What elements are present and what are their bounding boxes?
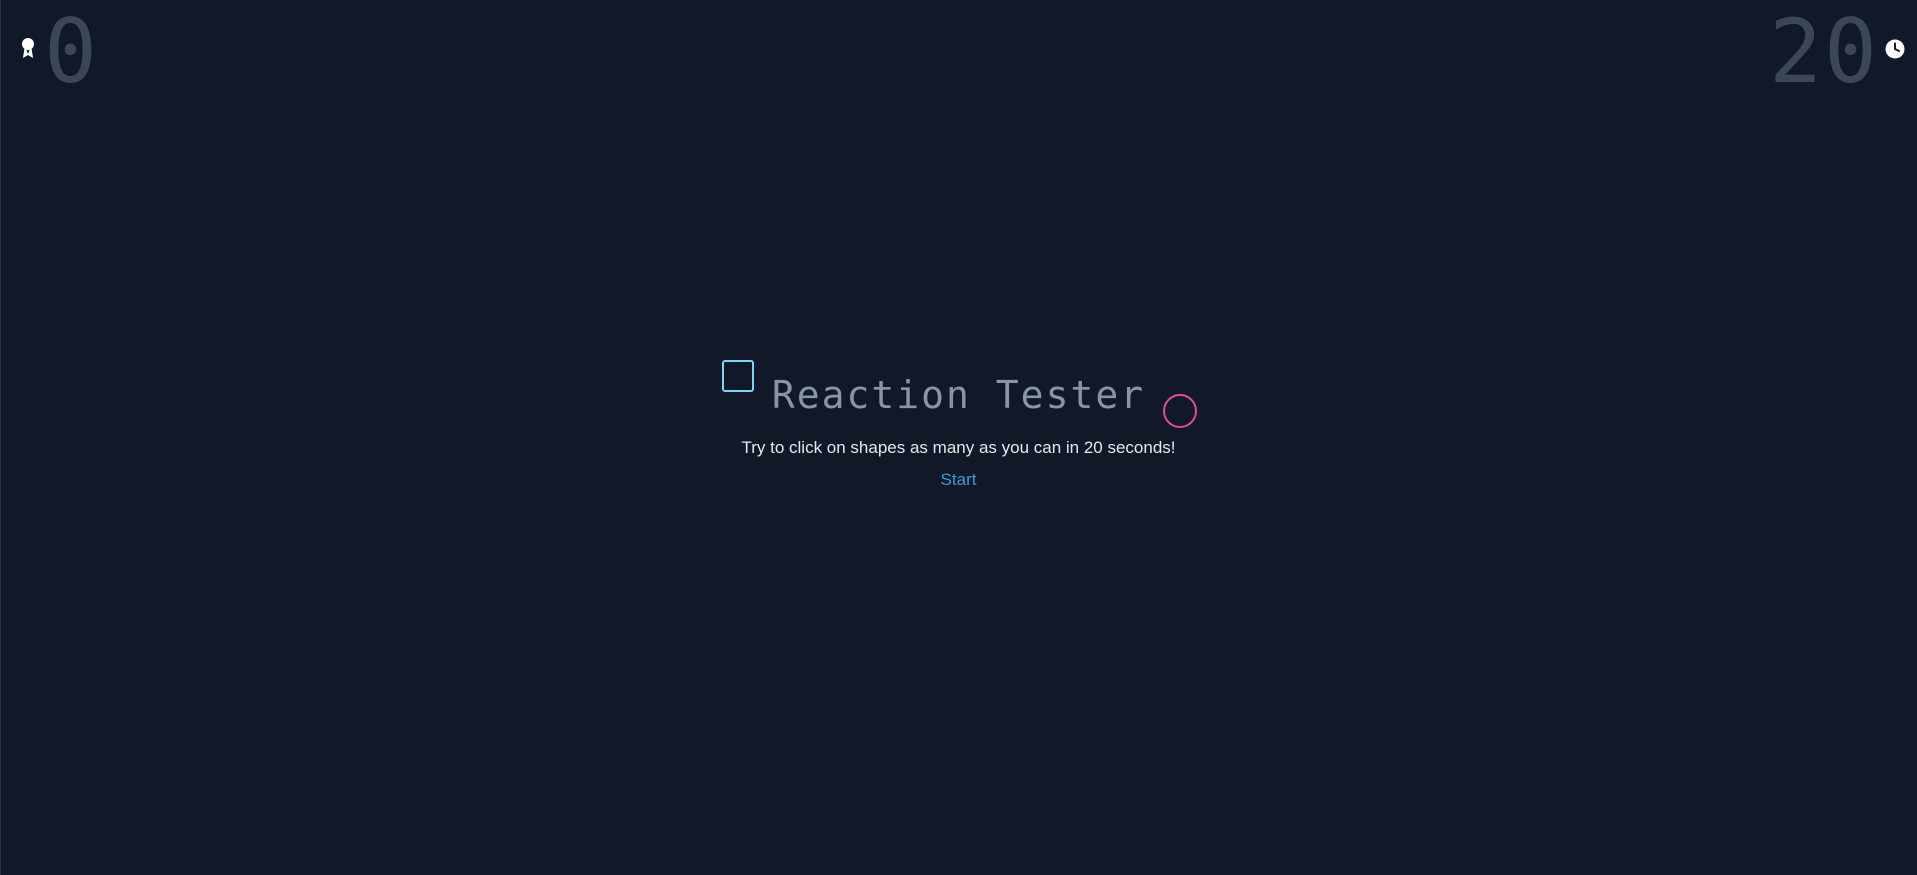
start-button[interactable]: Start — [941, 469, 977, 491]
timer-display: 20 — [1769, 4, 1905, 100]
intro-panel: Reaction Tester Try to click on shapes a… — [0, 360, 1917, 491]
page-title: Reaction Tester — [771, 373, 1146, 417]
score-value: 0 — [44, 0, 99, 103]
timer-value: 20 — [1769, 0, 1879, 103]
square-shape — [721, 360, 754, 392]
title-row: Reaction Tester — [721, 360, 1198, 428]
circle-shape — [1163, 394, 1198, 428]
clock-icon — [1885, 39, 1905, 59]
award-icon — [22, 38, 34, 58]
score-display: 0 — [20, 4, 99, 100]
instructions-text: Try to click on shapes as many as you ca… — [741, 438, 1176, 457]
